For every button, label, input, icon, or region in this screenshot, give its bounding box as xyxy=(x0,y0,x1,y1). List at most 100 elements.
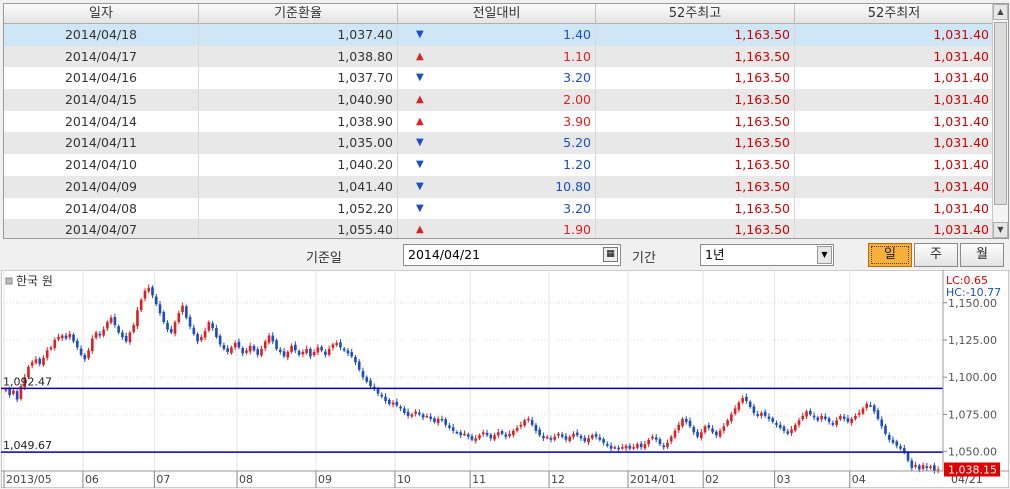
cell-base-rate: 1,040.90 xyxy=(199,89,398,111)
table-row[interactable]: 2014/04/09 1,041.40 ▼ 10.80 1,163.50 1,031.40 xyxy=(4,175,994,198)
candle-body xyxy=(820,415,823,420)
x-tick-label: 10 xyxy=(397,473,411,486)
cell-change-value: 5.20 xyxy=(563,135,591,151)
base-date-input[interactable]: 2014/04/21 ▦ xyxy=(403,244,621,266)
cell-52w-high: 1,163.50 xyxy=(596,219,795,238)
cell-date: 2014/04/11 xyxy=(4,132,199,155)
triangle-up-icon: ▲ xyxy=(416,50,424,62)
candle-body xyxy=(470,436,474,440)
x-tick-label: 06 xyxy=(85,473,99,486)
candle-body xyxy=(895,441,899,446)
candle-body xyxy=(196,334,199,342)
x-tick-label: 04 xyxy=(852,473,866,486)
cell-change: ▼ 1.20 xyxy=(398,154,596,176)
cell-change-value: 1.10 xyxy=(563,48,591,64)
chevron-down-icon[interactable]: ▼ xyxy=(817,246,832,264)
candle-body xyxy=(530,420,534,425)
cell-date: 2014/04/14 xyxy=(4,110,199,133)
candle-body xyxy=(350,352,354,357)
exchange-rate-chart[interactable]: 1,092.47 1,049.67 1,050.00 1,075.00 1,100.0… xyxy=(1,270,1009,488)
candle-body xyxy=(354,356,357,363)
x-tick-label: 2014/01 xyxy=(630,473,676,486)
candle-body xyxy=(233,342,237,348)
column-header-base-rate[interactable]: 기준환율 xyxy=(199,4,398,24)
column-header-52w-high[interactable]: 52주최고 xyxy=(596,4,795,24)
table-row[interactable]: 2014/04/17 1,038.80 ▲ 1.10 1,163.50 1,031.40 xyxy=(4,45,994,68)
candle-body xyxy=(384,396,387,402)
cell-change: ▼ 1.40 xyxy=(398,24,596,46)
candle-body xyxy=(797,420,801,425)
candle-body xyxy=(632,447,635,449)
cell-52w-low: 1,031.40 xyxy=(795,45,994,68)
candle-body xyxy=(560,434,564,437)
candle-body xyxy=(290,345,293,352)
table-row[interactable]: 2014/04/16 1,037.70 ▼ 3.20 1,163.50 1,031.40 xyxy=(4,67,994,90)
candle-body xyxy=(301,351,305,355)
candle-body xyxy=(707,425,711,428)
candle-body xyxy=(636,444,639,448)
candle-body xyxy=(418,412,421,415)
candle-body xyxy=(327,348,331,355)
cell-base-rate: 1,037.70 xyxy=(199,67,398,90)
candle-body xyxy=(481,432,485,435)
candle-body xyxy=(245,350,248,353)
table-row[interactable]: 2014/04/08 1,052.20 ▼ 3.20 1,163.50 1,031.40 xyxy=(4,197,994,220)
table-row[interactable]: 2014/04/15 1,040.90 ▲ 2.00 1,163.50 1,031.40 xyxy=(4,89,994,111)
candle-body xyxy=(553,436,557,440)
x-tick-label: 12 xyxy=(551,473,565,486)
cell-52w-high: 1,163.50 xyxy=(596,154,795,176)
table-row[interactable]: 2014/04/10 1,040.20 ▼ 1.20 1,163.50 1,031.40 xyxy=(4,154,994,176)
table-row[interactable]: 2014/04/11 1,035.00 ▼ 5.20 1,163.50 1,031.40 xyxy=(4,132,994,155)
candle-body xyxy=(816,417,820,421)
candle-body xyxy=(53,339,57,349)
candle-body xyxy=(914,465,917,467)
candle-body xyxy=(737,402,741,410)
monthly-button[interactable]: 월 xyxy=(960,243,1004,267)
scroll-thumb[interactable] xyxy=(994,22,1007,205)
candle-body xyxy=(263,341,267,349)
candle-body xyxy=(617,447,620,450)
candle-body xyxy=(887,434,891,440)
candle-body xyxy=(609,445,613,449)
column-header-change[interactable]: 전일대비 xyxy=(398,4,596,24)
scroll-down-icon[interactable]: ▼ xyxy=(993,222,1008,238)
table-row[interactable]: 2014/04/14 1,038.90 ▲ 3.90 1,163.50 1,031.40 xyxy=(4,110,994,133)
candle-body xyxy=(8,389,11,396)
column-header-52w-low[interactable]: 52주최저 xyxy=(795,4,994,24)
vertical-scrollbar[interactable]: ▲ ▼ xyxy=(992,4,1008,238)
candle-body xyxy=(124,335,128,342)
table-row[interactable]: 2014/04/07 1,055.40 ▲ 1.90 1,163.50 1,031.40 xyxy=(4,219,994,238)
candle-body xyxy=(918,465,921,470)
scroll-up-icon[interactable]: ▲ xyxy=(993,4,1008,20)
candle-body xyxy=(846,418,850,422)
cell-52w-high: 1,163.50 xyxy=(596,45,795,68)
candle-body xyxy=(824,416,827,419)
candle-body xyxy=(621,447,624,449)
candle-body xyxy=(132,325,136,332)
candle-body xyxy=(414,411,417,414)
daily-button[interactable]: 일 xyxy=(868,243,912,267)
candle-body xyxy=(316,347,320,353)
candle-body xyxy=(425,415,429,418)
column-header-date[interactable]: 일자 xyxy=(4,4,199,24)
candle-body xyxy=(884,425,887,434)
candle-body xyxy=(154,296,158,305)
period-select[interactable]: 1년 ▼ xyxy=(700,244,834,266)
triangle-down-icon: ▼ xyxy=(416,137,424,149)
candle-body xyxy=(72,334,75,342)
candle-body xyxy=(83,354,87,360)
candle-body xyxy=(429,416,432,419)
cell-change: ▲ 2.00 xyxy=(398,89,596,111)
calendar-icon[interactable]: ▦ xyxy=(603,247,618,262)
candle-body xyxy=(282,351,286,357)
weekly-button[interactable]: 주 xyxy=(914,243,958,267)
candle-body xyxy=(756,414,760,416)
candle-body xyxy=(579,435,583,439)
cell-52w-low: 1,031.40 xyxy=(795,67,994,90)
candle-body xyxy=(658,439,662,445)
candle-body xyxy=(75,340,79,348)
candle-body xyxy=(188,317,192,327)
table-row[interactable]: 2014/04/18 1,037.40 ▼ 1.40 1,163.50 1,031.40 xyxy=(4,24,994,46)
candle-body xyxy=(496,432,500,436)
candle-body xyxy=(162,311,166,323)
